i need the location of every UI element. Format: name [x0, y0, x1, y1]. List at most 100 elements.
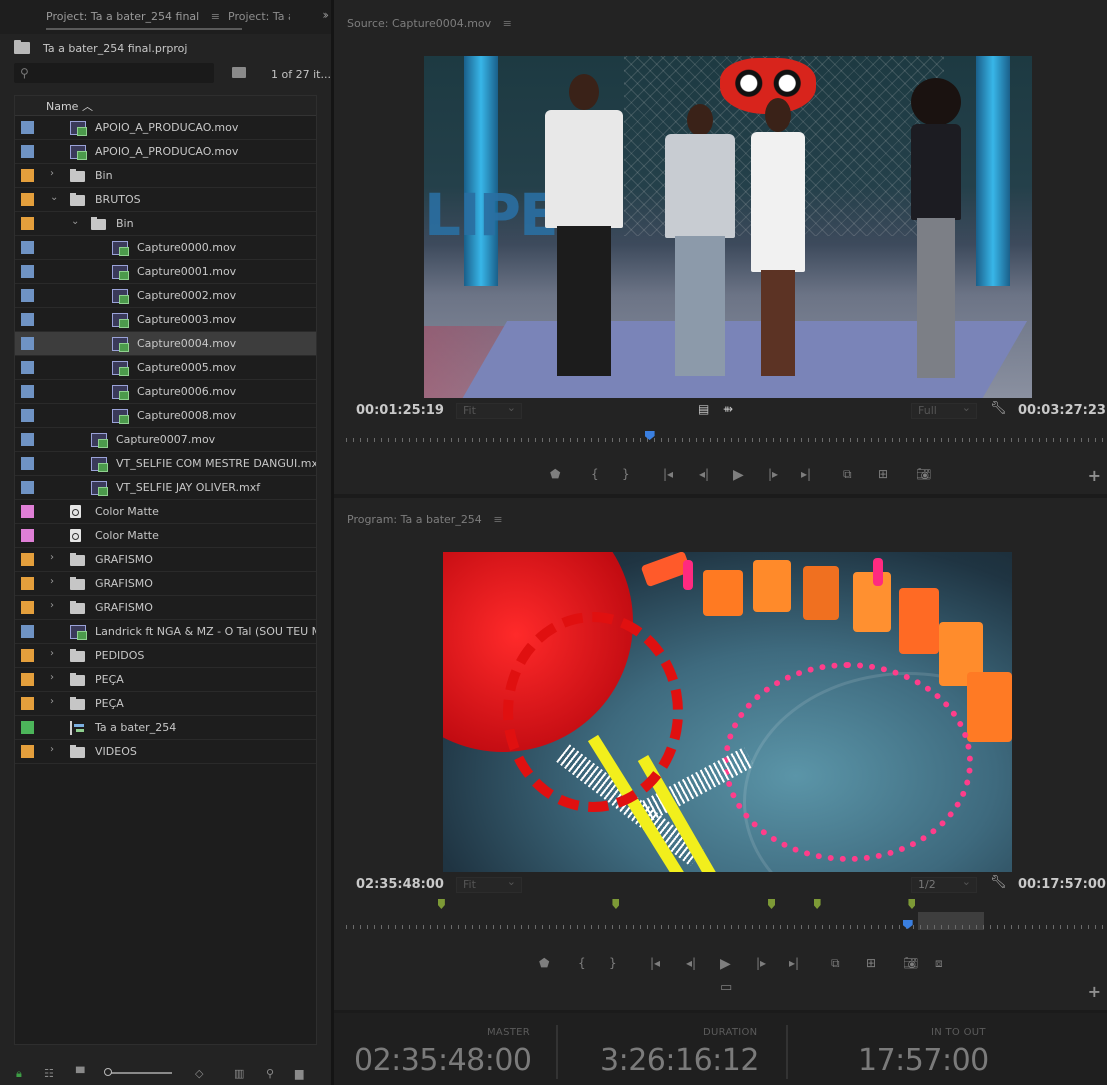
sort-icons-icon[interactable]: ◇ [195, 1067, 203, 1080]
label-color-swatch[interactable] [21, 409, 34, 422]
automate-to-sequence-icon[interactable]: ▥ [234, 1067, 244, 1080]
list-item[interactable]: Capture0000.mov [15, 236, 316, 260]
go-to-out-icon[interactable]: ▸| [801, 467, 811, 481]
label-color-swatch[interactable] [21, 505, 34, 518]
list-item[interactable]: VT_SELFIE COM MESTRE DANGUI.mxf [15, 452, 316, 476]
label-color-swatch[interactable] [21, 265, 34, 278]
list-item[interactable]: › VIDEOS [15, 740, 316, 764]
label-color-swatch[interactable] [21, 553, 34, 566]
insert-icon[interactable]: ⧉ [843, 467, 852, 482]
list-item[interactable]: › PEÇA [15, 668, 316, 692]
timeline-marker[interactable] [768, 899, 776, 909]
program-time-ruler[interactable] [346, 921, 1105, 929]
list-item[interactable]: Capture0007.mov [15, 428, 316, 452]
twirl-open-icon[interactable]: ⌄ [50, 192, 58, 203]
program-video-frame[interactable] [443, 552, 1012, 872]
export-frame-icon[interactable]: 📷︎ [916, 467, 931, 481]
label-color-swatch[interactable] [21, 385, 34, 398]
twirl-closed-icon[interactable]: › [50, 600, 54, 611]
list-item[interactable]: › PEDIDOS [15, 644, 316, 668]
timeline-marker[interactable] [612, 899, 620, 909]
button-editor-plus-icon[interactable]: + [1088, 982, 1101, 1001]
program-title-tab[interactable]: Program: Ta a bater_254 ≡ [347, 513, 503, 526]
twirl-open-icon[interactable]: ⌄ [71, 216, 79, 227]
twirl-closed-icon[interactable]: › [50, 744, 54, 755]
label-color-swatch[interactable] [21, 673, 34, 686]
step-forward-icon[interactable]: |▸ [756, 956, 766, 970]
settings-wrench-icon[interactable]: 🔧︎ [990, 401, 1007, 416]
step-back-icon[interactable]: ◂| [699, 467, 709, 481]
label-color-swatch[interactable] [21, 529, 34, 542]
label-color-swatch[interactable] [21, 457, 34, 470]
export-frame-icon[interactable]: 📷︎ [903, 956, 918, 970]
timeline-marker[interactable] [437, 899, 445, 909]
extract-icon[interactable]: ⊞ [866, 956, 876, 970]
list-item[interactable]: Capture0002.mov [15, 284, 316, 308]
zoom-slider-handle[interactable] [104, 1068, 112, 1076]
list-view-icon[interactable]: ☷ [44, 1067, 54, 1080]
source-zoom-select[interactable]: Fit [456, 401, 522, 419]
program-zoom-select[interactable]: Fit [456, 875, 522, 893]
overflow-chevron-icon[interactable]: ›› [322, 8, 328, 22]
list-item[interactable]: ⌄ BRUTOS [15, 188, 316, 212]
label-color-swatch[interactable] [21, 121, 34, 134]
lift-icon[interactable]: ⧉ [831, 956, 840, 971]
label-color-swatch[interactable] [21, 697, 34, 710]
list-item[interactable]: Capture0004.mov [15, 332, 316, 356]
program-current-timecode[interactable]: 02:35:48:00 [356, 877, 444, 892]
panel-menu-icon[interactable]: ≡ [211, 10, 220, 23]
search-input[interactable] [36, 65, 206, 81]
add-marker-icon[interactable]: ⬟ [550, 467, 560, 481]
label-color-swatch[interactable] [21, 337, 34, 350]
label-color-swatch[interactable] [21, 433, 34, 446]
label-color-swatch[interactable] [21, 625, 34, 638]
list-item[interactable]: Ta a bater_254 [15, 716, 316, 740]
list-item[interactable]: APOIO_A_PRODUCAO.mov [15, 116, 316, 140]
list-item[interactable]: Capture0001.mov [15, 260, 316, 284]
icon-view-icon[interactable]: ▀ [76, 1067, 84, 1080]
list-item[interactable]: › GRAFISMO [15, 572, 316, 596]
tab-project-active[interactable]: Project: Ta a bater_254 final ≡ [46, 10, 242, 30]
comparison-view-icon[interactable]: ⧈ [935, 956, 943, 971]
source-title-tab[interactable]: Source: Capture0004.mov ≡ [347, 17, 512, 30]
add-marker-icon[interactable]: ⬟ [539, 956, 549, 970]
list-item[interactable]: Capture0008.mov [15, 404, 316, 428]
label-color-swatch[interactable] [21, 289, 34, 302]
mark-in-icon[interactable]: { [591, 467, 599, 481]
source-resolution-select[interactable]: Full [911, 401, 977, 419]
button-editor-plus-icon[interactable]: + [1088, 466, 1101, 485]
drag-video-only-icon[interactable]: ▤ [698, 402, 709, 416]
list-item[interactable]: › PEÇA [15, 692, 316, 716]
play-icon[interactable]: ▶ [733, 467, 744, 483]
twirl-closed-icon[interactable]: › [50, 672, 54, 683]
label-color-swatch[interactable] [21, 601, 34, 614]
twirl-closed-icon[interactable]: › [50, 552, 54, 563]
source-current-timecode[interactable]: 00:01:25:19 [356, 403, 444, 418]
go-to-in-icon[interactable]: |◂ [650, 956, 660, 970]
zoom-slider[interactable] [106, 1072, 172, 1074]
label-color-swatch[interactable] [21, 217, 34, 230]
label-color-swatch[interactable] [21, 313, 34, 326]
label-color-swatch[interactable] [21, 193, 34, 206]
label-color-swatch[interactable] [21, 361, 34, 374]
go-to-in-icon[interactable]: |◂ [663, 467, 673, 481]
list-item[interactable]: Color Matte [15, 500, 316, 524]
overwrite-icon[interactable]: ⊞ [878, 467, 888, 481]
source-video-frame[interactable]: LIPES [424, 56, 1032, 398]
panel-menu-icon[interactable]: ≡ [503, 17, 512, 30]
go-to-out-icon[interactable]: ▸| [789, 956, 799, 970]
twirl-closed-icon[interactable]: › [50, 168, 54, 179]
mark-in-icon[interactable]: { [578, 956, 586, 970]
list-item[interactable]: VT_SELFIE JAY OLIVER.mxf [15, 476, 316, 500]
label-color-swatch[interactable] [21, 241, 34, 254]
list-item[interactable]: Capture0005.mov [15, 356, 316, 380]
play-icon[interactable]: ▶ [720, 956, 731, 972]
list-item[interactable]: › GRAFISMO [15, 596, 316, 620]
twirl-closed-icon[interactable]: › [50, 576, 54, 587]
label-color-swatch[interactable] [21, 649, 34, 662]
lock-icon[interactable]: 🔒︎ [16, 1067, 22, 1081]
label-color-swatch[interactable] [21, 145, 34, 158]
mark-out-icon[interactable]: } [622, 467, 630, 481]
list-item[interactable]: Color Matte [15, 524, 316, 548]
list-item[interactable]: ⌄ Bin [15, 212, 316, 236]
